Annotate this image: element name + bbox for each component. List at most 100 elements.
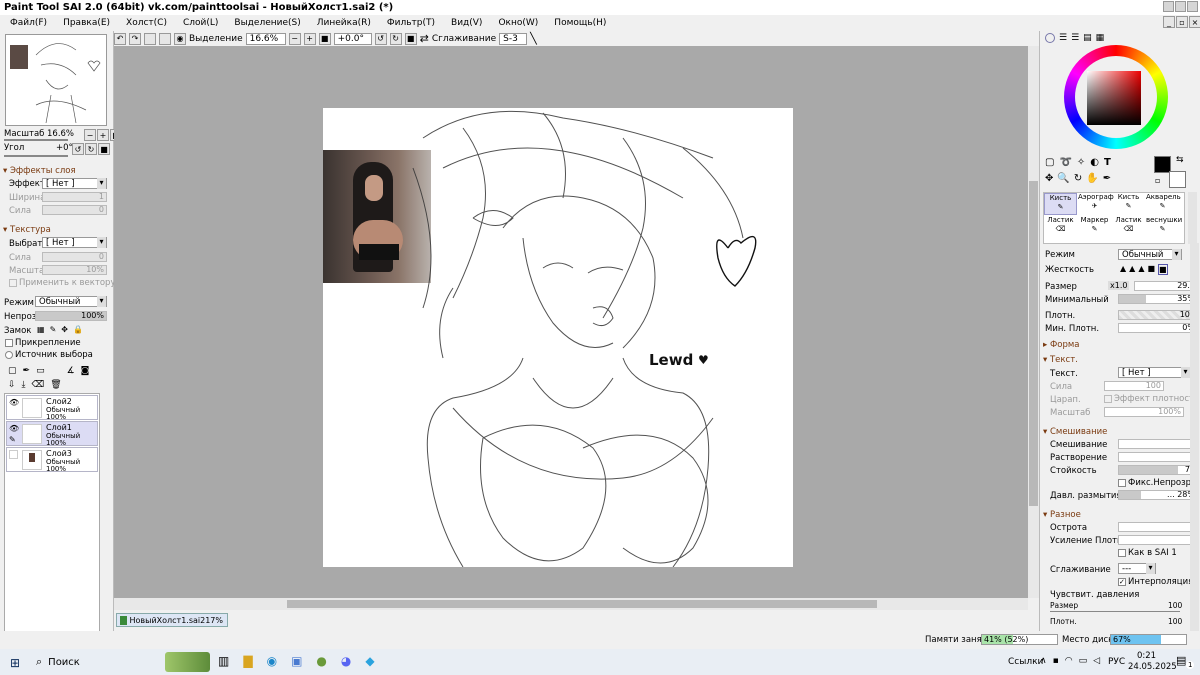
brush-slot-2[interactable]: Аэрограф ✈ (1078, 193, 1114, 215)
clear-layer-icon[interactable]: ⌫ (32, 380, 45, 390)
sai1-checkbox[interactable] (1118, 549, 1126, 557)
invert-selection-icon[interactable] (159, 32, 171, 45)
redo-icon[interactable]: ↷ (129, 32, 141, 45)
swatches-tab-icon[interactable]: ▤ (1083, 33, 1092, 43)
windows-start-icon[interactable]: ⊞ (10, 656, 20, 670)
sharpness-slider[interactable]: 0 (1118, 522, 1198, 532)
transfer-down-icon[interactable]: ⇩ (8, 380, 16, 390)
size-slider[interactable]: 29.0 (1134, 281, 1198, 291)
color-square[interactable] (1087, 71, 1141, 125)
density-effect-row[interactable]: Эффект плотности (1104, 394, 1200, 404)
eye-icon[interactable]: 👁 (9, 424, 19, 433)
width-slider[interactable]: 1 (42, 192, 107, 202)
scale-minus-icon[interactable]: − (84, 129, 96, 141)
brush-smoothing-select[interactable]: --- (1118, 563, 1156, 574)
zoom-in-icon[interactable]: + (303, 32, 316, 45)
document-tab[interactable]: НовыйХолст1.sai2 17% (116, 613, 228, 627)
density-gain-slider[interactable]: 0 (1118, 535, 1198, 545)
horizontal-scrollbar[interactable] (114, 598, 1028, 610)
layer-effects-header[interactable]: ▾ Эффекты слоя (3, 166, 76, 176)
new-vector-layer-icon[interactable]: ✒ (23, 366, 31, 376)
close-button[interactable] (1187, 1, 1198, 12)
hardness-hard-icon[interactable]: ■ (1147, 264, 1155, 275)
menu-view[interactable]: Вид(V) (451, 18, 482, 28)
shape-header[interactable]: ▸ Форма (1043, 340, 1080, 350)
layer-mode-select[interactable]: Обычный (35, 296, 107, 307)
horizontal-scroll-thumb[interactable] (287, 600, 877, 608)
visibility-toggle[interactable] (9, 450, 18, 459)
layer-item-1[interactable]: 👁 ✎ Слой1 Обычный 100% (6, 421, 98, 447)
hardness-medium-icon[interactable]: ▲ (1129, 264, 1135, 275)
effect-select[interactable]: [ Нет ] (42, 178, 107, 189)
store-icon[interactable]: ▣ (291, 654, 302, 668)
transparent-color-icon[interactable]: ▫ (1155, 176, 1160, 185)
magic-wand-icon[interactable]: ✧ (1077, 157, 1085, 168)
maximize-button[interactable] (1175, 1, 1186, 12)
fix-opacity-checkbox[interactable] (1118, 479, 1126, 487)
minimize-button[interactable] (1163, 1, 1174, 12)
rotate-reset-icon[interactable]: ■ (404, 32, 417, 45)
scratchpad-tab-icon[interactable]: ▦ (1096, 33, 1105, 43)
clip-checkbox[interactable] (5, 339, 13, 347)
brush-slot-5[interactable]: Ластик ⌫ (1044, 216, 1077, 238)
brush-slot-4[interactable]: Акварель ✎ (1146, 193, 1181, 215)
clock-date[interactable]: 24.05.2025 (1128, 662, 1177, 672)
smoothing-select[interactable]: S-3 (499, 32, 528, 45)
menu-canvas[interactable]: Холст(C) (126, 18, 167, 28)
text-tool-icon[interactable]: T (1104, 157, 1111, 168)
lock-transparency-icon[interactable]: ▦ (37, 325, 45, 334)
mask-icon[interactable]: ◙ (81, 366, 90, 376)
color-wheel-tab-icon[interactable] (1045, 33, 1055, 43)
brush-slot-1[interactable]: Кисть ✎ (1044, 193, 1077, 215)
flip-icon[interactable]: ⇄ (420, 32, 429, 45)
notifications-icon[interactable]: ▤ (1176, 654, 1186, 667)
swap-colors-icon[interactable]: ⇆ (1176, 155, 1184, 165)
menu-edit[interactable]: Правка(E) (63, 18, 110, 28)
menu-layer[interactable]: Слой(L) (183, 18, 218, 28)
blend-slider[interactable]: 0 (1118, 439, 1198, 449)
brush-texture-strength-slider[interactable]: 100 (1104, 381, 1164, 391)
layer-item-3[interactable]: Слой3 Обычный 100% (6, 447, 98, 473)
layer-item-2[interactable]: 👁 Слой2 Обычный 100% (6, 395, 98, 421)
menu-ruler[interactable]: Линейка(R) (317, 18, 371, 28)
eye-icon[interactable]: 👁 (9, 398, 19, 407)
scale-plus-icon[interactable]: + (97, 129, 109, 141)
zoom-field[interactable]: 16.6% (245, 32, 286, 45)
rotate-right-icon[interactable]: ↻ (389, 32, 402, 45)
rgb-slider-tab-icon[interactable]: ☰ (1059, 33, 1067, 43)
menu-help[interactable]: Помощь(H) (554, 18, 606, 28)
menu-selection[interactable]: Выделение(S) (234, 18, 300, 28)
clip-row[interactable]: Прикрепление (5, 338, 81, 348)
vertical-scrollbar[interactable] (1028, 46, 1039, 598)
tray-chevron-icon[interactable]: ∧ (1040, 656, 1047, 666)
angle-field[interactable]: +0.0° (333, 32, 372, 45)
angle-reset-icon[interactable]: ■ (98, 143, 110, 155)
rotate-tool-icon[interactable]: ↻ (1074, 173, 1082, 184)
brush-slot-7[interactable]: Ластик ⌫ (1112, 216, 1145, 238)
navigator-preview[interactable] (5, 34, 107, 126)
rotate-ccw-icon[interactable]: ↺ (72, 143, 84, 155)
brush-slot-6[interactable]: Маркер ✎ (1078, 216, 1111, 238)
merge-down-icon[interactable]: ⤓ (22, 380, 26, 390)
task-view-icon[interactable]: ▥ (218, 654, 229, 668)
settings-scrollbar[interactable] (1190, 243, 1199, 631)
misc-header[interactable]: ▾ Разное (1043, 510, 1081, 520)
rect-select-icon[interactable]: ▢ (1045, 157, 1054, 168)
size-multiplier[interactable]: x1.0 (1108, 281, 1130, 290)
texture-select[interactable]: [ Нет ] (42, 237, 107, 248)
persistence-slider[interactable]: 76 (1118, 465, 1198, 475)
vertical-scroll-thumb[interactable] (1029, 181, 1038, 506)
sai-app-icon[interactable]: ● (316, 654, 326, 668)
edge-icon[interactable]: ◉ (267, 654, 277, 668)
texture-scale-slider[interactable]: 10% (42, 265, 107, 275)
min-size-slider[interactable]: 35% (1118, 294, 1198, 304)
strength-slider[interactable]: 0 (42, 205, 107, 215)
hsv-slider-tab-icon[interactable]: ☰ (1071, 33, 1079, 43)
links-label[interactable]: Ссылки (1008, 657, 1043, 667)
secondary-color-swatch[interactable] (1169, 171, 1186, 188)
brush-grid-scrollbar[interactable] (1188, 192, 1197, 244)
file-explorer-icon[interactable]: ▇ (243, 654, 252, 668)
ruler-icon[interactable]: ╲ (530, 32, 537, 45)
blending-header[interactable]: ▾ Смешивание (1043, 427, 1107, 437)
eyedropper-icon[interactable]: ✒ (1103, 173, 1111, 184)
